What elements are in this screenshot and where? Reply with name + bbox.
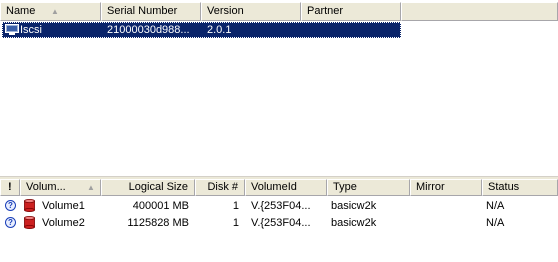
column-header-volume[interactable]: Volum... ▲ [20,179,101,196]
sort-ascending-icon: ▲ [87,183,95,192]
column-header-label: Disk # [207,181,238,193]
volume-row[interactable]: ? Volume2 1125828 MB 1 V.{253F04... basi… [0,215,558,231]
column-header-alert[interactable]: ! [0,179,20,196]
volume-status: N/A [486,200,505,212]
adapter-name: Iscsi [20,24,42,36]
question-icon: ? [5,217,16,228]
column-header-type[interactable]: Type [327,179,410,196]
column-header-disk-number[interactable]: Disk # [195,179,245,196]
volume-logical-size: 1125828 MB [127,217,189,229]
column-header-label: Logical Size [128,181,188,193]
column-header-label: Version [207,5,244,17]
column-header-label: Name [6,5,36,17]
column-header-label: Type [333,181,357,193]
column-header-label: ! [8,181,12,193]
column-header-label: Partner [307,5,344,17]
volume-type: basicw2k [331,217,377,229]
column-header-label: Volum... [26,181,66,193]
volume-name: Volume1 [42,200,85,212]
volume-name: Volume2 [42,217,85,229]
volume-icon [24,199,35,212]
column-header-label: VolumeId [251,181,297,193]
volume-list: ! Volum... ▲ Logical Size Disk # VolumeI… [0,179,558,262]
volume-disk-number: 1 [232,200,239,212]
volume-icon [24,216,35,229]
question-icon: ? [5,200,16,211]
volume-logical-size: 400001 MB [132,200,189,212]
column-header-serial-number[interactable]: Serial Number [101,2,201,21]
volume-id: V.{253F04... [251,217,311,229]
column-header-label: Status [488,181,520,193]
column-header-volume-id[interactable]: VolumeId [245,179,327,196]
iscsi-adapter-icon [5,24,19,35]
column-header-partner[interactable]: Partner [301,2,401,21]
adapter-list: Name ▲ Serial Number Version Partner Isc… [0,0,558,178]
sort-ascending-icon: ▲ [51,7,59,16]
column-header-mirror[interactable]: Mirror [410,179,482,196]
column-header-version[interactable]: Version [201,2,301,21]
volume-row[interactable]: ? Volume1 400001 MB 1 V.{253F04... basic… [0,198,558,214]
volume-type: basicw2k [331,200,377,212]
column-header-label: Mirror [416,181,445,193]
column-header-name[interactable]: Name ▲ [0,2,101,21]
volume-status: N/A [486,217,505,229]
column-header-filler [401,2,558,21]
volume-disk-number: 1 [232,217,239,229]
column-header-status[interactable]: Status [482,179,558,196]
adapter-version: 2.0.1 [207,24,232,36]
volume-id: V.{253F04... [251,200,311,212]
adapter-row[interactable]: Iscsi 21000030d988... 2.0.1 [2,22,401,38]
adapter-serial: 21000030d988... [107,24,190,36]
column-header-label: Serial Number [107,5,178,17]
column-header-logical-size[interactable]: Logical Size [101,179,195,196]
